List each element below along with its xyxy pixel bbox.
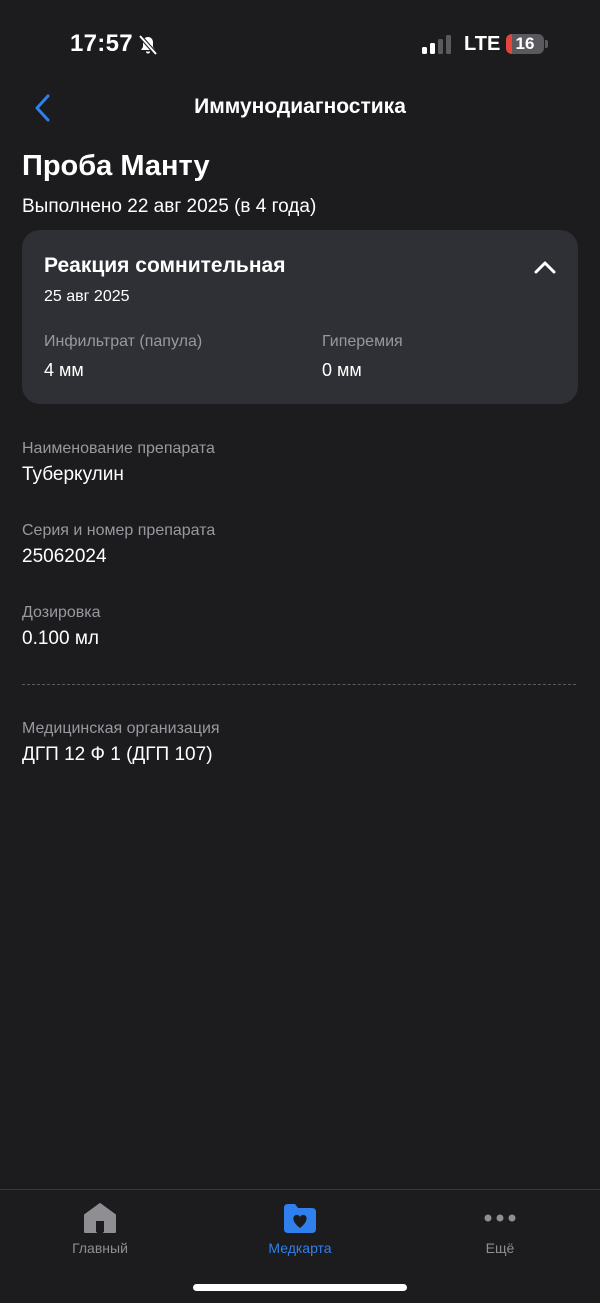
metric-label: Инфильтрат (папула) xyxy=(44,333,203,350)
status-bar: 17:57 LTE 16 xyxy=(0,0,600,90)
divider xyxy=(22,684,576,685)
status-time: 17:57 xyxy=(70,30,133,57)
tab-more[interactable]: Ещё xyxy=(400,1190,600,1270)
field-label: Серия и номер препарата xyxy=(22,522,216,539)
metric-value: 0 мм xyxy=(322,360,362,380)
field-value: Туберкулин xyxy=(22,464,124,485)
field-drug-series: Серия и номер препарата 25062024 xyxy=(22,522,215,568)
tab-label: Главный xyxy=(72,1240,128,1256)
home-icon xyxy=(84,1203,116,1233)
metric-hyperemia: Гиперемия 0 мм xyxy=(322,333,403,381)
tab-medcard[interactable]: Медкарта xyxy=(200,1190,400,1270)
battery-icon: 16 xyxy=(506,34,544,54)
page-subtitle: Выполнено 22 авг 2025 (в 4 года) xyxy=(22,196,317,217)
field-label: Дозировка xyxy=(22,604,101,621)
bell-slash-icon xyxy=(138,34,158,56)
more-dots-icon xyxy=(484,1214,516,1222)
field-drug-name: Наименование препарата Туберкулин xyxy=(22,440,215,486)
signal-icon xyxy=(422,35,451,54)
field-label: Медицинская организация xyxy=(22,720,220,737)
home-indicator[interactable] xyxy=(193,1284,407,1291)
tab-label: Ещё xyxy=(485,1240,515,1256)
reaction-title: Реакция сомнительная xyxy=(44,254,286,277)
battery-level: 16 xyxy=(515,34,535,53)
chevron-up-icon[interactable] xyxy=(530,252,560,282)
metric-infiltrate: Инфильтрат (папула) 4 мм xyxy=(44,333,202,381)
field-value: 0.100 мл xyxy=(22,628,99,649)
battery-tip xyxy=(545,40,548,48)
screen: 17:57 LTE 16 Иммунодиагностика Проба Ман… xyxy=(0,0,600,1303)
metric-value: 4 мм xyxy=(44,360,84,380)
reaction-date: 25 авг 2025 xyxy=(44,288,130,305)
field-dosage: Дозировка 0.100 мл xyxy=(22,604,101,650)
folder-heart-icon xyxy=(284,1204,316,1233)
page-title: Проба Манту xyxy=(22,150,210,182)
field-value: 25062024 xyxy=(22,546,107,567)
field-organization: Медицинская организация ДГП 12 Ф 1 (ДГП … xyxy=(22,720,220,766)
field-value: ДГП 12 Ф 1 (ДГП 107) xyxy=(22,744,213,765)
tab-home[interactable]: Главный xyxy=(0,1190,200,1270)
reaction-card[interactable]: Реакция сомнительная 25 авг 2025 Инфильт… xyxy=(22,230,578,404)
tab-label: Медкарта xyxy=(268,1240,332,1256)
metric-label: Гиперемия xyxy=(322,333,403,350)
field-label: Наименование препарата xyxy=(22,440,215,457)
network-type: LTE xyxy=(464,33,501,55)
header-title: Иммунодиагностика xyxy=(194,95,406,118)
